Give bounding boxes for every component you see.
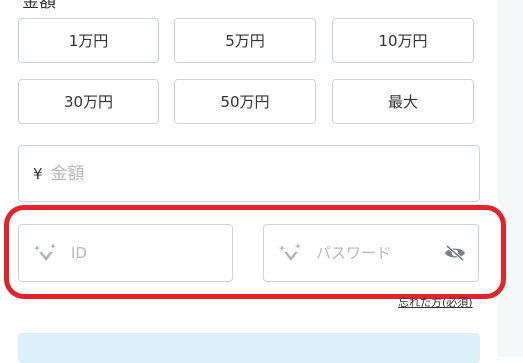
amount-button-50k[interactable]: 5万円: [174, 18, 316, 63]
password-field[interactable]: [263, 224, 479, 282]
forgot-credentials-link[interactable]: 忘れた方(必須): [398, 294, 473, 310]
password-input[interactable]: [316, 244, 436, 262]
amount-input[interactable]: [50, 163, 431, 184]
amount-section-label: 金額: [22, 0, 56, 12]
sparkle-heart-icon: [278, 243, 302, 261]
amount-button-300k[interactable]: 30万円: [18, 79, 159, 124]
amount-field[interactable]: ¥: [18, 145, 480, 202]
amount-button-100k[interactable]: 10万円: [332, 18, 474, 63]
amount-button-max[interactable]: 最大: [332, 79, 474, 124]
eye-slash-icon[interactable]: [444, 244, 466, 262]
yen-symbol: ¥: [33, 164, 43, 183]
amount-button-500k[interactable]: 50万円: [174, 79, 316, 124]
id-input[interactable]: [71, 244, 191, 262]
page-gutter: [498, 0, 523, 357]
submit-button[interactable]: [18, 333, 480, 363]
id-field[interactable]: [18, 224, 233, 282]
sparkle-heart-icon: [33, 243, 57, 261]
amount-button-10k[interactable]: 1万円: [18, 18, 159, 63]
